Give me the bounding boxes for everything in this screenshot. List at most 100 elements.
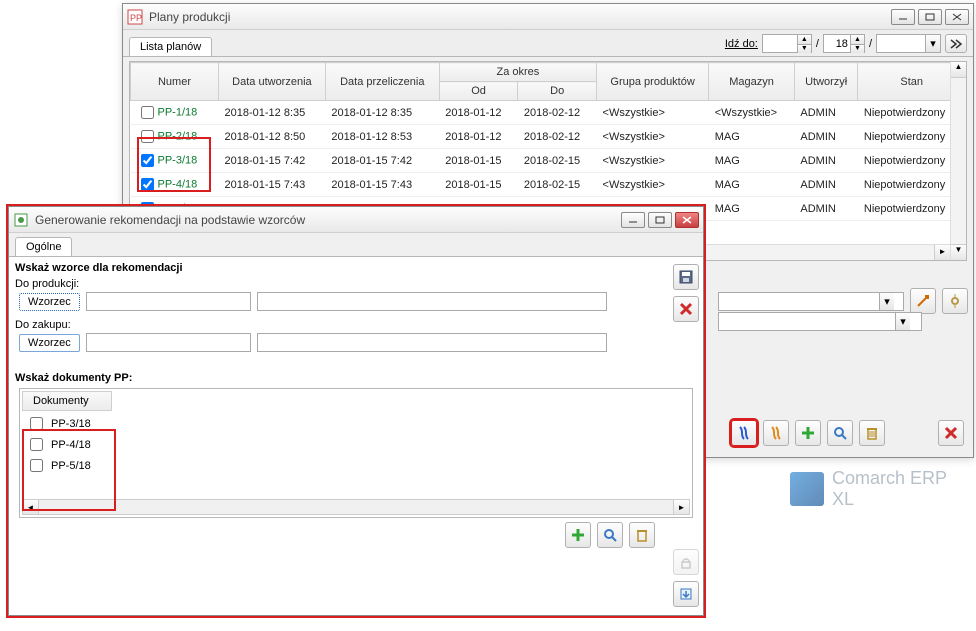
- label-do-produkcji: Do produkcji:: [9, 278, 703, 290]
- doc-checkbox[interactable]: [30, 417, 43, 430]
- row-checkbox[interactable]: [141, 154, 154, 167]
- document-item[interactable]: PP-3/18: [24, 413, 688, 434]
- col-data-prz[interactable]: Data przeliczenia: [325, 63, 439, 101]
- scroll-left-icon[interactable]: ◄: [23, 500, 39, 514]
- row-checkbox[interactable]: [141, 130, 154, 143]
- cell-grupa: <Wszystkie>: [597, 149, 709, 173]
- modal-tabstrip: Ogólne: [9, 233, 703, 257]
- generate-recommendation-button[interactable]: [731, 420, 757, 446]
- delete-button[interactable]: [859, 420, 885, 446]
- goto-label: Idź do:: [725, 38, 758, 50]
- plan-number[interactable]: PP-1/18: [158, 106, 198, 118]
- cell-data-prz: 2018-01-15 7:43: [325, 173, 439, 197]
- col-utworzyl[interactable]: Utworzył: [794, 63, 858, 101]
- document-item[interactable]: PP-5/18: [24, 455, 688, 476]
- lock-button[interactable]: [673, 549, 699, 575]
- cell-utworzyl: ADMIN: [794, 197, 858, 221]
- col-numer[interactable]: Numer: [131, 63, 219, 101]
- spin-down-icon[interactable]: ▼: [797, 44, 811, 53]
- scroll-down-icon[interactable]: ▼: [951, 244, 966, 260]
- close-button[interactable]: [945, 9, 969, 25]
- cell-utworzyl: ADMIN: [794, 101, 858, 125]
- spin-down-icon[interactable]: ▼: [850, 44, 864, 53]
- scroll-up-icon[interactable]: ▲: [951, 62, 966, 78]
- view-document-button[interactable]: [597, 522, 623, 548]
- table-row[interactable]: PP-3/182018-01-15 7:422018-01-15 7:42201…: [131, 149, 966, 173]
- plans-tabstrip: Lista planów Idź do: ▲▼ / ▲▼ / ▾: [123, 30, 973, 57]
- documents-hscrollbar[interactable]: ◄ ►: [22, 499, 690, 515]
- tab-ogolne[interactable]: Ogólne: [15, 237, 72, 256]
- table-row[interactable]: PP-2/182018-01-12 8:502018-01-12 8:53201…: [131, 125, 966, 149]
- plan-number[interactable]: PP-3/18: [158, 154, 198, 166]
- export-button[interactable]: [673, 581, 699, 607]
- row-checkbox[interactable]: [141, 106, 154, 119]
- table-row[interactable]: PP-1/182018-01-12 8:352018-01-12 8:35201…: [131, 101, 966, 125]
- cell-grupa: <Wszystkie>: [597, 173, 709, 197]
- filter-dropdown-2[interactable]: ▾: [718, 312, 922, 331]
- generate-recommendation-alt-button[interactable]: [763, 420, 789, 446]
- wzorzec-prod-input-2[interactable]: [257, 292, 607, 311]
- cell-do: 2018-02-15: [518, 149, 597, 173]
- wzorzec-prod-button[interactable]: Wzorzec: [19, 293, 80, 311]
- cell-data-utw: 2018-01-12 8:35: [219, 101, 326, 125]
- spin-up-icon[interactable]: ▲: [797, 35, 811, 44]
- modal-minimize-button[interactable]: [621, 212, 645, 228]
- label-do-zakupu: Do zakupu:: [9, 319, 703, 331]
- documents-header[interactable]: Dokumenty: [22, 391, 112, 411]
- add-button[interactable]: [795, 420, 821, 446]
- delete-document-button[interactable]: [629, 522, 655, 548]
- maximize-button[interactable]: [918, 9, 942, 25]
- chevron-down-icon[interactable]: ▾: [895, 313, 910, 330]
- goto-spinner-2[interactable]: ▲▼: [823, 34, 865, 53]
- brand-line2: XL: [832, 489, 947, 510]
- cancel-button[interactable]: [673, 296, 699, 322]
- edit-filter-button[interactable]: [910, 288, 936, 314]
- cell-grupa: <Wszystkie>: [597, 101, 709, 125]
- plans-titlebar: PP Plany produkcji: [123, 4, 973, 30]
- search-button[interactable]: [827, 420, 853, 446]
- modal-close-button[interactable]: [675, 212, 699, 228]
- scroll-right-icon[interactable]: ►: [673, 500, 689, 514]
- plans-title: Plany produkcji: [149, 10, 885, 24]
- doc-checkbox[interactable]: [30, 438, 43, 451]
- doc-checkbox[interactable]: [30, 459, 43, 472]
- wzorzec-zak-input-1[interactable]: [86, 333, 251, 352]
- brand-watermark: Comarch ERP XL: [790, 468, 947, 510]
- save-button[interactable]: [673, 264, 699, 290]
- document-item[interactable]: PP-4/18: [24, 434, 688, 455]
- goto-execute-button[interactable]: [945, 34, 967, 53]
- goto-dropdown[interactable]: ▾: [876, 34, 941, 53]
- recommendation-modal-outline: Generowanie rekomendacji na podstawie wz…: [6, 204, 706, 618]
- table-row[interactable]: PP-4/182018-01-15 7:432018-01-15 7:43201…: [131, 173, 966, 197]
- close-list-button[interactable]: [938, 420, 964, 446]
- col-od[interactable]: Od: [439, 82, 518, 101]
- chevron-down-icon[interactable]: ▾: [879, 293, 894, 310]
- minimize-button[interactable]: [891, 9, 915, 25]
- cell-data-utw: 2018-01-15 7:43: [219, 173, 326, 197]
- col-data-utw[interactable]: Data utworzenia: [219, 63, 326, 101]
- tab-lista-planow[interactable]: Lista planów: [129, 37, 212, 56]
- doc-label: PP-3/18: [51, 418, 91, 430]
- wzorzec-zak-input-2[interactable]: [257, 333, 607, 352]
- add-document-button[interactable]: [565, 522, 591, 548]
- wzorzec-zak-button[interactable]: Wzorzec: [19, 334, 80, 352]
- chevron-down-icon[interactable]: ▾: [925, 35, 940, 52]
- plan-number[interactable]: PP-2/18: [158, 130, 198, 142]
- config-filter-button[interactable]: [942, 288, 968, 314]
- col-magazyn[interactable]: Magazyn: [709, 63, 795, 101]
- col-grupa[interactable]: Grupa produktów: [597, 63, 709, 101]
- cell-grupa: <Wszystkie>: [597, 125, 709, 149]
- row-checkbox[interactable]: [141, 178, 154, 191]
- wzorzec-prod-input-1[interactable]: [86, 292, 251, 311]
- col-za-okres[interactable]: Za okres: [439, 63, 596, 82]
- scroll-right-icon[interactable]: ►: [934, 245, 950, 260]
- modal-maximize-button[interactable]: [648, 212, 672, 228]
- spin-up-icon[interactable]: ▲: [850, 35, 864, 44]
- cell-magazyn: MAG: [709, 197, 795, 221]
- goto-spinner-1[interactable]: ▲▼: [762, 34, 812, 53]
- plan-number[interactable]: PP-4/18: [158, 178, 198, 190]
- col-do[interactable]: Do: [518, 82, 597, 101]
- recommendation-modal: Generowanie rekomendacji na podstawie wz…: [8, 206, 704, 616]
- vertical-scrollbar[interactable]: ▲ ▼: [950, 62, 966, 260]
- filter-dropdown-1[interactable]: ▾: [718, 292, 904, 311]
